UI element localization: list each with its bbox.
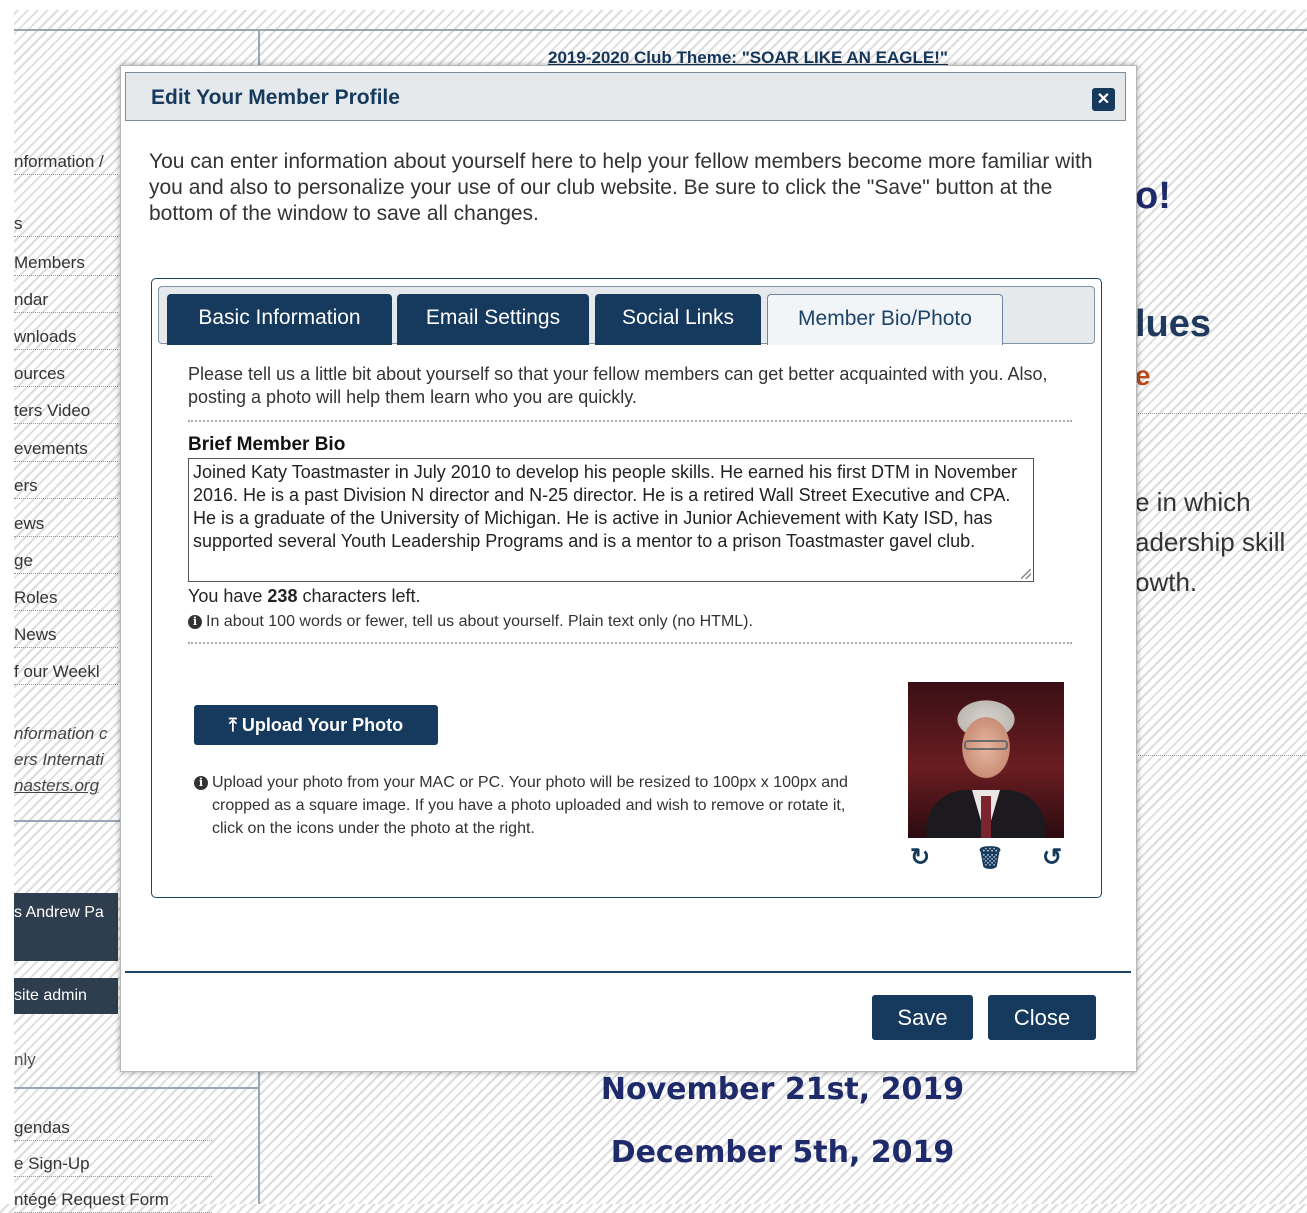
upload-note: i Upload your photo from your MAC or PC. … [194,771,854,840]
sidebar-item[interactable]: Roles [14,588,118,611]
background-rule [1135,755,1307,756]
sidebar-only-text: nly [14,1050,36,1069]
sidebar-item[interactable]: gendas [14,1118,212,1141]
close-button[interactable]: Close [988,995,1096,1040]
bio-photo-tab-content: Please tell us a little bit about yourse… [188,363,1072,644]
sidebar-item[interactable]: nformation / [14,152,118,175]
sidebar-item[interactable]: s [14,214,118,237]
tab-member-bio-photo[interactable]: Member Bio/Photo [767,294,1003,345]
sidebar-item[interactable]: News [14,625,118,648]
resize-handle[interactable] [1021,569,1031,579]
site-admin-button[interactable]: site admin [14,978,118,1014]
upload-note-text: Upload your photo from your MAC or PC. Y… [212,774,848,837]
photo-actions: ↻ 🗑 ↺ [908,844,1064,872]
member-photo [908,682,1064,838]
save-button[interactable]: Save [872,995,973,1040]
sidebar-item[interactable]: e Sign-Up [14,1154,212,1177]
meeting-date: November 21st, 2019 [600,1072,965,1107]
trash-icon[interactable]: 🗑 [976,844,1004,872]
background-rule [1135,413,1307,414]
page-top-strip [0,0,1307,10]
background-values-heading: lues [1135,303,1212,345]
sidebar-item[interactable]: ources [14,364,118,387]
sidebar-item[interactable]: f our Weekl [14,662,118,685]
sidebar-italic-text: nformation c [14,724,108,743]
sidebar-item[interactable]: ndar [14,290,118,313]
dialog-header: Edit Your Member Profile ✕ [125,72,1126,121]
sidebar-italic-text: ers Internati [14,750,104,769]
rotate-right-icon[interactable]: ↻ [910,844,930,872]
tab-basic-information[interactable]: Basic Information [167,294,392,345]
sidebar-item[interactable]: ters Video [14,401,118,424]
sidebar-item[interactable]: wnloads [14,327,118,350]
edit-profile-dialog: Edit Your Member Profile ✕ You can enter… [120,65,1137,1072]
bio-textarea[interactable]: Joined Katy Toastmaster in July 2010 to … [188,458,1034,582]
background-text: owth. [1135,567,1198,597]
background-heading: o! [1135,175,1171,217]
sidebar-item[interactable]: ge [14,551,118,574]
sidebar-item[interactable]: ers [14,476,118,499]
sidebar-item[interactable]: ntégé Request Form [14,1190,212,1213]
upload-button-label: Upload Your Photo [241,715,404,735]
profile-tabs-panel: Basic Information Email Settings Social … [151,278,1102,898]
rotate-left-icon[interactable]: ↺ [1042,844,1062,872]
chars-left-counter: You have 238 characters left. [188,586,1072,607]
upload-icon: ⤒ [228,715,237,735]
info-icon: i [194,776,208,790]
bio-help-text: Please tell us a little bit about yourse… [188,364,1048,407]
dialog-footer-divider [125,971,1131,973]
tab-email-settings[interactable]: Email Settings [397,294,589,345]
tab-bar: Basic Information Email Settings Social … [158,286,1095,345]
sidebar-item[interactable]: Members [14,253,118,276]
bio-note: i In about 100 words or fewer, tell us ab… [188,613,1072,631]
sidebar-rule [14,820,120,822]
chars-left-suffix: characters left. [297,586,421,606]
info-icon: i [188,615,202,629]
photo-tie [981,796,991,838]
upload-photo-button[interactable]: ⤒ Upload Your Photo [194,705,438,745]
dotted-divider [188,420,1072,422]
header-rule [14,29,1307,31]
background-text: e in which [1135,487,1251,517]
dialog-title: Edit Your Member Profile [151,86,400,109]
dialog-intro-text: You can enter information about yourself… [149,150,1093,225]
dotted-divider [188,642,1072,644]
meeting-date: December 5th, 2019 [610,1135,955,1170]
sidebar-item[interactable]: evements [14,439,118,462]
page-left-edge [0,0,14,1204]
background-text: adership skill [1135,527,1286,557]
toastmasters-link[interactable]: nasters.org [14,776,118,796]
background-red-text: e [1135,360,1151,391]
sidebar-item[interactable]: ews [14,514,118,537]
bio-field-label: Brief Member Bio [188,434,346,455]
chars-left-prefix: You have [188,586,268,606]
photo-glasses [964,740,1008,750]
bio-note-text: In about 100 words or fewer, tell us abo… [206,613,753,630]
close-icon[interactable]: ✕ [1092,88,1115,111]
sidebar-member-button[interactable]: s Andrew Pa [14,893,118,961]
sidebar-bottom-rule [14,1087,260,1089]
chars-left-count: 238 [267,586,298,606]
tab-social-links[interactable]: Social Links [595,294,761,345]
bio-textarea-value: Joined Katy Toastmaster in July 2010 to … [193,462,1018,551]
